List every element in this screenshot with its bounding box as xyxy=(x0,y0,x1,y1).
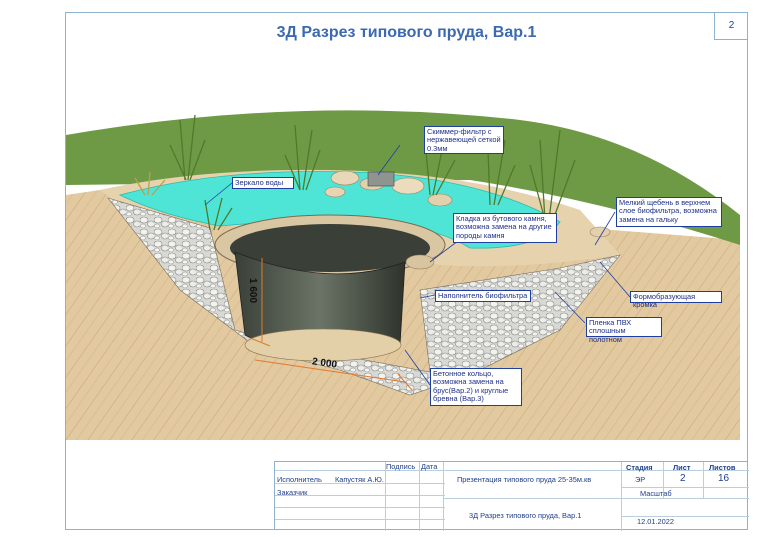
tb-date: 12.01.2022 xyxy=(637,517,674,526)
callout-masonry: Кладка из бутового камня, возможна замен… xyxy=(453,213,557,243)
tb-executor-name: Капустяк А.Ю. xyxy=(335,475,384,484)
callout-biofilter-filler: Наполнитель биофильтра xyxy=(435,290,531,302)
callout-skimmer: Скиммер-фильтр с нержавеющей сеткой 0.3м… xyxy=(424,126,504,154)
dimension-height: 1 600 xyxy=(247,278,258,304)
tb-sheets-label: Листов xyxy=(709,463,736,472)
tb-sheets: 16 xyxy=(718,473,730,484)
tb-col-signature: Подпись xyxy=(386,462,416,471)
tb-stage-label: Стадия xyxy=(626,463,653,472)
tb-role-customer: Заказчик xyxy=(277,488,308,497)
tb-sheet: 2 xyxy=(680,473,686,484)
skimmer-box xyxy=(367,171,395,187)
tb-stage: ЭР xyxy=(635,475,646,484)
tb-col-date: Дата xyxy=(421,462,438,471)
tb-project: Презентация типового пруда 25-35м.кв xyxy=(457,475,592,484)
tb-drawing-name: 3Д Разрез типового пруда, Вар.1 xyxy=(469,511,582,520)
tb-scale-label: Масштаб xyxy=(640,489,672,498)
callout-gravel: Мелкий щебень в верхнем слое биофильтра,… xyxy=(616,197,722,227)
title-block: Подпись Дата Исполнитель Капустяк А.Ю. З… xyxy=(274,461,749,531)
callout-pvc-film: Пленка ПВХ сплошным полотном xyxy=(586,317,662,344)
callout-forming-edge: Формобразующая кромка xyxy=(630,291,722,309)
tb-sheet-label: Лист xyxy=(673,463,691,472)
tb-role-executor: Исполнитель xyxy=(277,475,322,484)
callout-water-mirror: Зеркало воды xyxy=(232,177,294,189)
pond-section-illustration xyxy=(66,110,740,440)
callout-concrete-ring: Бетонное кольцо, возможна замена на брус… xyxy=(430,368,522,406)
